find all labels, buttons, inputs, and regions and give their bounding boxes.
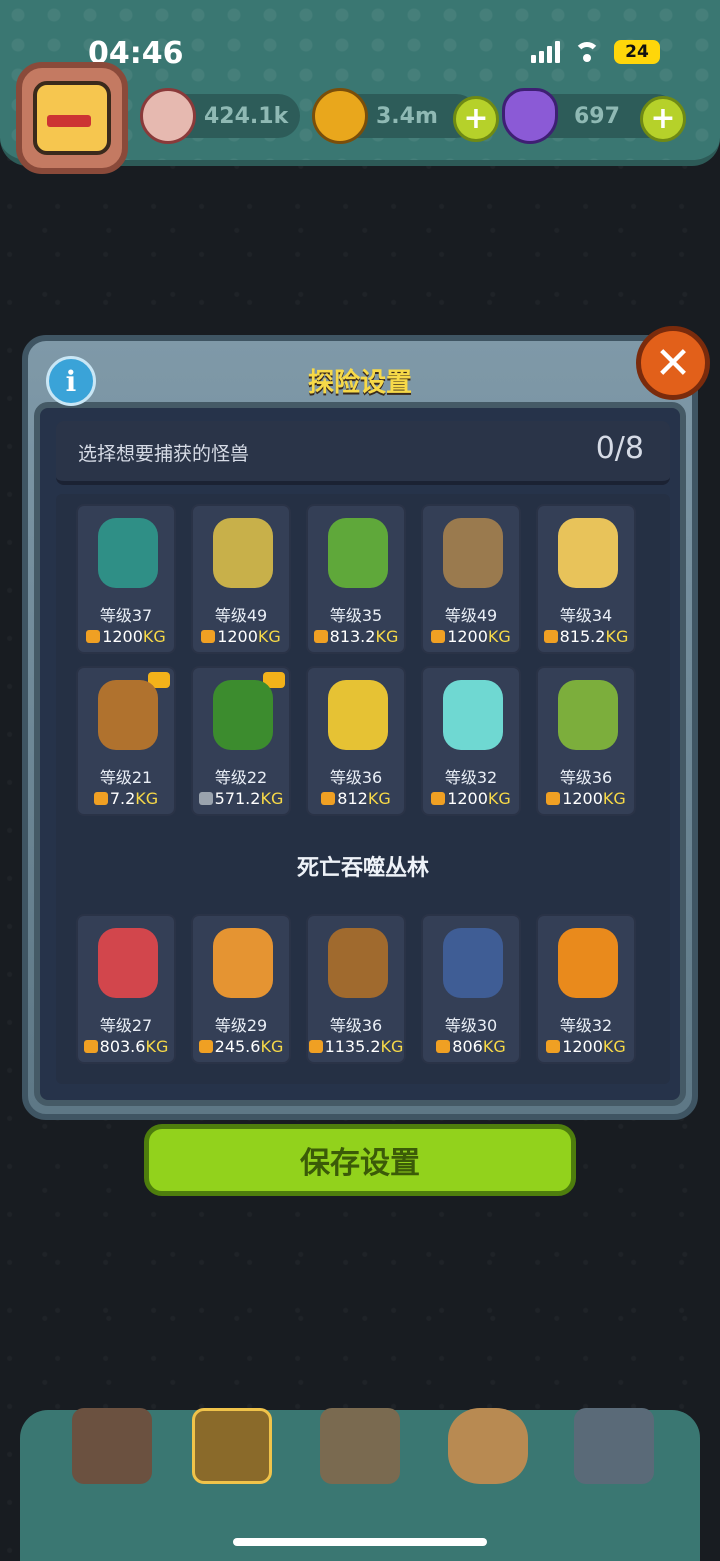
- battery-indicator: 24: [614, 40, 660, 64]
- info-button[interactable]: i: [46, 356, 96, 406]
- monster-icon: [98, 680, 158, 750]
- monster-card[interactable]: 等级27 803.6KG: [76, 914, 176, 1064]
- potion-icon: [502, 88, 558, 144]
- bag-icon[interactable]: [448, 1408, 528, 1484]
- signal-icon: [531, 41, 560, 63]
- monster-card[interactable]: 等级22 571.2KG: [191, 666, 291, 816]
- monster-icon: [213, 518, 273, 588]
- monster-card[interactable]: 等级32 1200KG: [536, 914, 636, 1064]
- add-coin-button[interactable]: +: [453, 96, 499, 142]
- monster-card[interactable]: 等级37 1200KG: [76, 504, 176, 654]
- monster-card[interactable]: 等级36 1135.2KG: [306, 914, 406, 1064]
- monster-icon: [213, 680, 273, 750]
- player-avatar[interactable]: [16, 62, 128, 174]
- coin-icon: [312, 88, 368, 144]
- weight-bag-icon: [546, 792, 561, 805]
- monster-icon: [443, 928, 503, 998]
- monster-card[interactable]: 等级36 812KG: [306, 666, 406, 816]
- weight-bag-icon: [198, 792, 213, 805]
- weight-bag-icon: [83, 1040, 98, 1053]
- eyeball-icon: [140, 88, 196, 144]
- avatar-monster-icon: [33, 81, 111, 155]
- monster-icon[interactable]: [192, 1408, 272, 1484]
- monster-icon: [213, 928, 273, 998]
- weight-bag-icon: [546, 1040, 561, 1053]
- home-indicator[interactable]: [233, 1538, 487, 1546]
- weight-bag-icon: [321, 792, 336, 805]
- monster-icon: [558, 928, 618, 998]
- add-potion-button[interactable]: +: [640, 96, 686, 142]
- monster-card[interactable]: 等级35 813.2KG: [306, 504, 406, 654]
- save-settings-button[interactable]: 保存设置: [144, 1124, 576, 1196]
- monster-card[interactable]: 等级49 1200KG: [191, 504, 291, 654]
- monster-card[interactable]: 等级29 245.6KG: [191, 914, 291, 1064]
- select-count: 0/8: [595, 431, 644, 466]
- weight-bag-icon: [543, 630, 558, 643]
- book-icon[interactable]: [320, 1408, 400, 1484]
- monster-icon: [98, 518, 158, 588]
- grid-icon[interactable]: [574, 1408, 654, 1484]
- monster-card[interactable]: 等级36 1200KG: [536, 666, 636, 816]
- wifi-icon: [574, 42, 600, 62]
- select-label: 选择想要捕获的怪兽: [78, 443, 250, 465]
- monster-icon: [328, 928, 388, 998]
- monster-icon: [443, 518, 503, 588]
- dialog-title: 探险设置: [307, 368, 412, 398]
- monster-icon: [328, 518, 388, 588]
- shop-icon[interactable]: [72, 1408, 152, 1484]
- weight-bag-icon: [431, 630, 446, 643]
- monster-card[interactable]: 等级30 806KG: [421, 914, 521, 1064]
- monster-icon: [558, 518, 618, 588]
- select-header: 选择想要捕获的怪兽 0/8: [56, 421, 670, 485]
- monster-card[interactable]: 等级34 815.2KG: [536, 504, 636, 654]
- weight-bag-icon: [313, 630, 328, 643]
- weight-bag-icon: [201, 630, 216, 643]
- close-button[interactable]: ✕: [636, 326, 710, 400]
- monster-card[interactable]: 等级32 1200KG: [421, 666, 521, 816]
- weight-bag-icon: [93, 792, 108, 805]
- monster-card[interactable]: 等级49 1200KG: [421, 504, 521, 654]
- status-icons: 24: [531, 40, 660, 64]
- weight-bag-icon: [431, 792, 446, 805]
- weight-bag-icon: [308, 1040, 323, 1053]
- monster-icon: [558, 680, 618, 750]
- monster-card[interactable]: 等级21 7.2KG: [76, 666, 176, 816]
- eyeball-resource: 424.1k: [140, 88, 300, 144]
- weight-bag-icon: [198, 1040, 213, 1053]
- monster-icon: [98, 928, 158, 998]
- section-title: 死亡吞噬丛林: [296, 856, 429, 881]
- weight-bag-icon: [86, 630, 101, 643]
- monster-icon: [443, 680, 503, 750]
- weight-bag-icon: [436, 1040, 451, 1053]
- monster-icon: [328, 680, 388, 750]
- monster-list[interactable]: 等级37 1200KG 等级49 1200KG 等级35 813.2KG 等级4…: [56, 494, 670, 1084]
